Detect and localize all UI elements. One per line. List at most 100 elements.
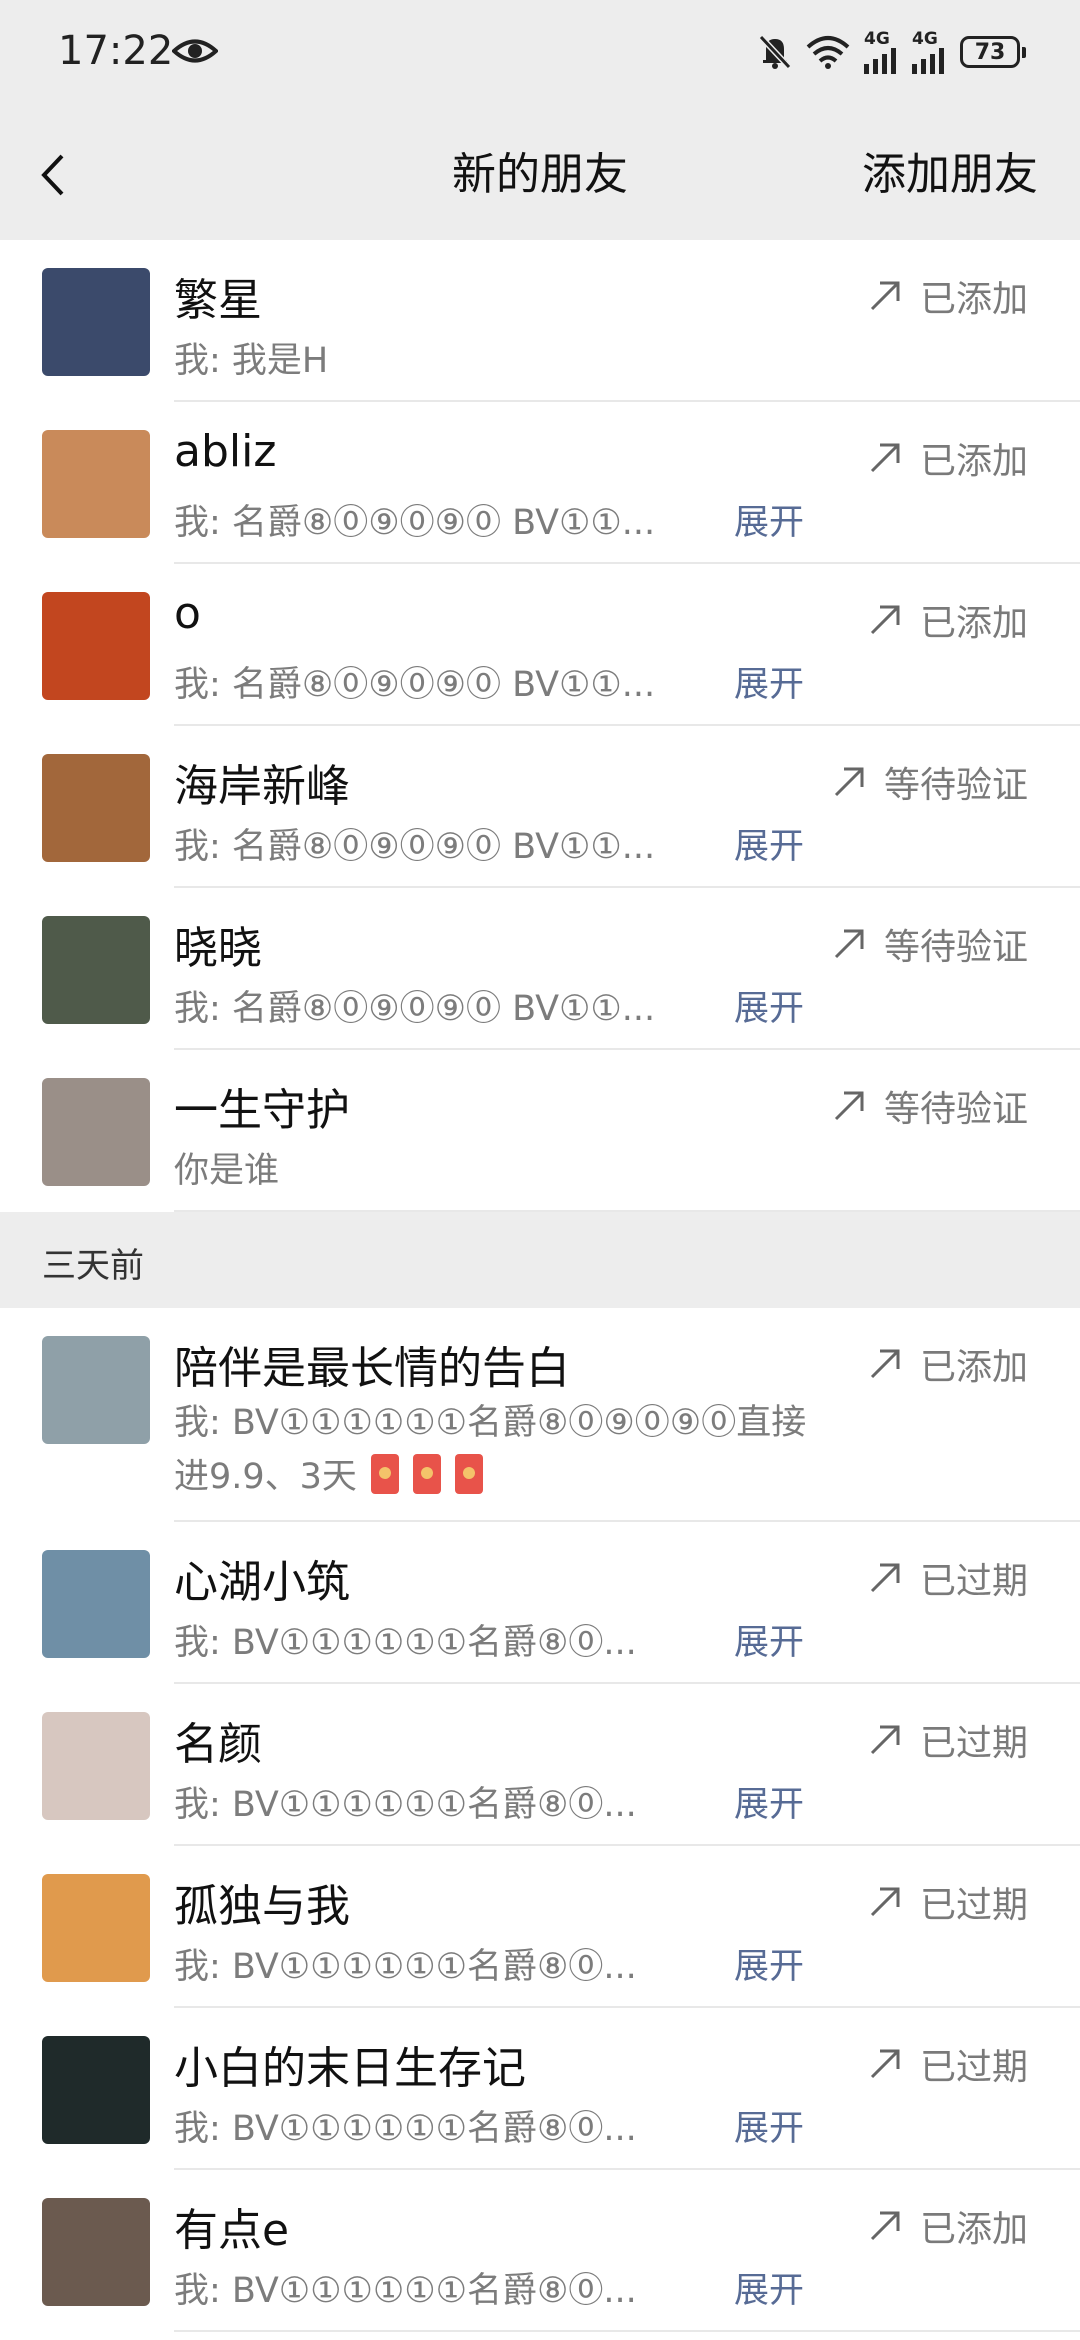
arrow-up-right-icon xyxy=(870,443,900,473)
request-status: 已添加 xyxy=(868,2200,1028,2252)
request-status: 已过期 xyxy=(868,2038,1028,2090)
expand-link[interactable]: 展开 xyxy=(734,980,804,1031)
arrow-up-right-icon xyxy=(834,929,864,959)
friend-name: 心湖小筑 xyxy=(174,1557,350,1608)
arrow-up-right-icon xyxy=(870,1887,900,1917)
request-message: 我: 名爵⑧⓪⑨⓪⑨⓪ BV①①... xyxy=(174,494,655,545)
request-status: 已过期 xyxy=(868,1552,1028,1604)
signal-icon xyxy=(864,47,896,74)
add-friend-button[interactable]: 添加朋友 xyxy=(862,138,1038,202)
avatar[interactable] xyxy=(42,916,150,1024)
expand-link[interactable]: 展开 xyxy=(734,2100,804,2151)
expand-link[interactable]: 展开 xyxy=(734,818,804,869)
friend-name: 有点e xyxy=(174,2205,290,2256)
arrow-up-right-icon xyxy=(834,1091,864,1121)
request-status: 已添加 xyxy=(868,594,1028,646)
expand-link[interactable]: 展开 xyxy=(734,494,804,545)
avatar[interactable] xyxy=(42,592,150,700)
signal-group-2: 4G xyxy=(912,30,946,74)
status-text: 已添加 xyxy=(919,2209,1028,2250)
friend-request-row[interactable]: 孤独与我我: BV①①①①①①名爵⑧⓪... 展开 已过期 xyxy=(0,1846,1080,2008)
request-message-text: 我: 我是H xyxy=(174,341,329,381)
request-message-text: 我: BV①①①①①①名爵⑧⓪... xyxy=(174,1785,637,1825)
request-status: 等待验证 xyxy=(832,756,1028,808)
request-status: 等待验证 xyxy=(832,918,1028,970)
friend-request-row[interactable]: 繁星我: 我是H 已添加 xyxy=(0,240,1080,402)
avatar[interactable] xyxy=(42,754,150,862)
expand-link[interactable]: 展开 xyxy=(734,1776,804,1827)
signal-label: 4G xyxy=(864,28,890,49)
status-text: 已过期 xyxy=(919,2047,1028,2088)
expand-link[interactable]: 展开 xyxy=(734,2262,804,2313)
arrow-up-right-icon xyxy=(834,767,864,797)
avatar[interactable] xyxy=(42,430,150,538)
friend-request-row[interactable]: 海岸新峰 我: 名爵⑧⓪⑨⓪⑨⓪ BV①①... 展开 等待验证 xyxy=(0,726,1080,888)
friend-request-row[interactable]: 一生守护 你是谁 等待验证 xyxy=(0,1050,1080,1212)
request-message: 我: BV①①①①①①名爵⑧⓪... xyxy=(174,2100,637,2151)
red-packet-icon xyxy=(370,1454,399,1494)
friend-request-list: 繁星 我: 我是H 已添加 abliz 我: 名爵⑧⓪⑨⓪⑨⓪ BV①①... 展开 已添加… xyxy=(0,240,1080,2332)
request-message-text: 我: BV①①①①①①名爵⑧⓪⑨⓪⑨⓪直接进9.9、3天 xyxy=(174,1403,807,1497)
request-message: 我: BV①①①①①①名爵⑧⓪... xyxy=(174,2262,637,2313)
arrow-up-right-icon xyxy=(870,281,900,311)
avatar[interactable] xyxy=(42,1874,150,1982)
wifi-icon xyxy=(806,36,850,69)
status-text: 已添加 xyxy=(919,1347,1028,1388)
expand-link[interactable]: 展开 xyxy=(734,656,804,707)
status-text: 已添加 xyxy=(919,603,1028,644)
friend-name: 孤独与我 xyxy=(174,1881,350,1932)
friend-request-row[interactable]: 小白的末日生存记 我: BV①①①①①①名爵⑧⓪... 展开 已过期 xyxy=(0,2008,1080,2170)
request-message: 我: BV①①①①①①名爵⑧⓪... xyxy=(174,1938,637,1989)
battery-icon: 73 xyxy=(960,36,1026,68)
eye-icon xyxy=(172,39,218,63)
friend-request-row[interactable]: abliz 我: 名爵⑧⓪⑨⓪⑨⓪ BV①①... 展开 已添加 xyxy=(0,402,1080,564)
status-text: 等待验证 xyxy=(883,927,1028,968)
arrow-up-right-icon xyxy=(870,2049,900,2079)
signal-group-1: 4G xyxy=(864,28,898,74)
friend-request-row[interactable]: 名颜 我: BV①①①①①①名爵⑧⓪... 展开 已过期 xyxy=(0,1684,1080,1846)
request-message-text: 我: BV①①①①①①名爵⑧⓪... xyxy=(174,1623,637,1663)
status-text: 等待验证 xyxy=(883,1089,1028,1130)
avatar[interactable] xyxy=(42,268,150,376)
nav-bar: 新的朋友 添加朋友 xyxy=(0,110,1080,240)
status-text: 已添加 xyxy=(919,441,1028,482)
arrow-up-right-icon xyxy=(870,1349,900,1379)
avatar[interactable] xyxy=(42,1336,150,1444)
status-text: 已添加 xyxy=(919,279,1028,320)
section-header: 三天前 xyxy=(0,1212,1080,1308)
request-message-text: 我: BV①①①①①①名爵⑧⓪... xyxy=(174,2109,637,2149)
friend-name: 陪伴是最长情的告白 xyxy=(174,1343,570,1394)
request-message-text: 我: 名爵⑧⓪⑨⓪⑨⓪ BV①①... xyxy=(174,989,656,1029)
mute-bell-icon xyxy=(758,34,792,70)
request-message: 我: BV①①①①①①名爵⑧⓪... xyxy=(174,1614,637,1665)
request-message-text: 我: BV①①①①①①名爵⑧⓪... xyxy=(174,1947,637,1987)
red-packet-icon xyxy=(412,1454,441,1494)
friend-request-row[interactable]: 有点e 我: BV①①①①①①名爵⑧⓪... 展开 已添加 xyxy=(0,2170,1080,2332)
arrow-up-right-icon xyxy=(870,605,900,635)
red-packet-icon xyxy=(454,1454,483,1494)
arrow-up-right-icon xyxy=(870,2211,900,2241)
request-message: 我: 名爵⑧⓪⑨⓪⑨⓪ BV①①... xyxy=(174,656,655,707)
request-status: 已添加 xyxy=(868,270,1028,322)
expand-link[interactable]: 展开 xyxy=(734,1938,804,1989)
divider xyxy=(174,2330,1080,2332)
friend-request-row[interactable]: 心湖小筑我: BV①①①①①①名爵⑧⓪... 展开 已过期 xyxy=(0,1522,1080,1684)
status-time: 17:22 xyxy=(58,28,174,74)
avatar[interactable] xyxy=(42,2198,150,2306)
avatar[interactable] xyxy=(42,2036,150,2144)
request-message-text: 我: BV①①①①①①名爵⑧⓪... xyxy=(174,2271,637,2311)
avatar[interactable] xyxy=(42,1712,150,1820)
expand-link[interactable]: 展开 xyxy=(734,1614,804,1665)
friend-request-row[interactable]: 晓晓 我: 名爵⑧⓪⑨⓪⑨⓪ BV①①... 展开 等待验证 xyxy=(0,888,1080,1050)
request-message-text: 你是谁 xyxy=(174,1151,280,1191)
signal-icon xyxy=(912,47,944,74)
friend-request-row[interactable]: o 我: 名爵⑧⓪⑨⓪⑨⓪ BV①①... 展开 已添加 xyxy=(0,564,1080,726)
arrow-up-right-icon xyxy=(870,1563,900,1593)
avatar[interactable] xyxy=(42,1550,150,1658)
friend-name: 繁星 xyxy=(174,275,262,326)
status-text: 已过期 xyxy=(919,1885,1028,1926)
avatar[interactable] xyxy=(42,1078,150,1186)
request-status: 等待验证 xyxy=(832,1080,1028,1132)
friend-request-row[interactable]: 陪伴是最长情的告白我: BV①①①①①①名爵⑧⓪⑨⓪⑨⓪直接进9.9、3天 已添加 xyxy=(0,1308,1080,1522)
friend-name: o xyxy=(174,588,201,639)
